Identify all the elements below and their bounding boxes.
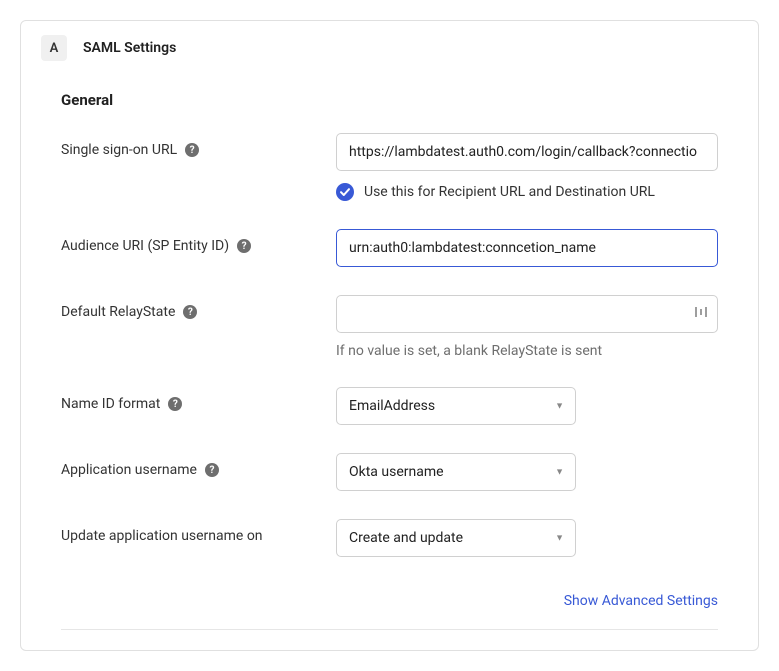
label-audience-uri: Audience URI (SP Entity ID) <box>61 238 229 254</box>
label-name-id: Name ID format <box>61 396 160 412</box>
relaystate-input[interactable] <box>336 295 718 333</box>
panel-header: A SAML Settings <box>21 21 758 69</box>
saml-settings-panel: A SAML Settings General Single sign-on U… <box>20 20 759 651</box>
label-relaystate: Default RelayState <box>61 304 175 320</box>
section-divider <box>61 629 718 630</box>
panel-title: SAML Settings <box>83 40 176 56</box>
input-col-relaystate: If no value is set, a blank RelayState i… <box>336 295 718 359</box>
label-sso-url: Single sign-on URL <box>61 142 177 158</box>
update-on-select-wrap: Create and update ▼ <box>336 519 576 557</box>
help-icon[interactable]: ? <box>205 463 219 477</box>
section-badge: A <box>41 35 67 61</box>
name-id-select-wrap: EmailAddress ▼ <box>336 387 576 425</box>
advanced-link-row: Show Advanced Settings <box>61 585 718 629</box>
relaystate-helper: If no value is set, a blank RelayState i… <box>336 343 718 359</box>
sso-url-checkbox-label: Use this for Recipient URL and Destinati… <box>364 184 655 200</box>
label-col-sso-url: Single sign-on URL ? <box>61 133 336 158</box>
app-username-select[interactable]: Okta username <box>336 453 576 491</box>
input-col-audience-uri <box>336 229 718 267</box>
update-on-select[interactable]: Create and update <box>336 519 576 557</box>
label-col-app-username: Application username ? <box>61 453 336 478</box>
label-col-audience-uri: Audience URI (SP Entity ID) ? <box>61 229 336 254</box>
row-app-username: Application username ? Okta username ▼ <box>61 453 718 491</box>
help-icon[interactable]: ? <box>237 239 251 253</box>
help-icon[interactable]: ? <box>168 397 182 411</box>
checkbox-checked-icon[interactable] <box>336 183 354 201</box>
name-id-select-value: EmailAddress <box>349 398 435 414</box>
show-advanced-settings-link[interactable]: Show Advanced Settings <box>564 593 718 609</box>
row-audience-uri: Audience URI (SP Entity ID) ? <box>61 229 718 267</box>
label-update-on: Update application username on <box>61 528 263 544</box>
sso-url-checkbox-row: Use this for Recipient URL and Destinati… <box>336 183 718 201</box>
row-relaystate: Default RelayState ? If no value is set,… <box>61 295 718 359</box>
help-icon[interactable]: ? <box>185 143 199 157</box>
help-icon[interactable]: ? <box>183 305 197 319</box>
row-sso-url: Single sign-on URL ? Use this for Recipi… <box>61 133 718 201</box>
app-username-select-wrap: Okta username ▼ <box>336 453 576 491</box>
row-name-id: Name ID format ? EmailAddress ▼ <box>61 387 718 425</box>
label-col-update-on: Update application username on <box>61 519 336 544</box>
label-col-name-id: Name ID format ? <box>61 387 336 412</box>
name-id-select[interactable]: EmailAddress <box>336 387 576 425</box>
input-col-update-on: Create and update ▼ <box>336 519 718 557</box>
sso-url-input[interactable] <box>336 133 718 171</box>
update-on-select-value: Create and update <box>349 530 463 546</box>
input-col-name-id: EmailAddress ▼ <box>336 387 718 425</box>
app-username-select-value: Okta username <box>349 464 444 480</box>
panel-body: General Single sign-on URL ? Use this fo… <box>21 69 758 650</box>
audience-uri-input[interactable] <box>336 229 718 267</box>
input-col-app-username: Okta username ▼ <box>336 453 718 491</box>
relaystate-input-wrap <box>336 295 718 333</box>
label-app-username: Application username <box>61 462 197 478</box>
label-col-relaystate: Default RelayState ? <box>61 295 336 320</box>
section-heading-general: General <box>61 91 718 109</box>
row-update-on: Update application username on Create an… <box>61 519 718 557</box>
input-col-sso-url: Use this for Recipient URL and Destinati… <box>336 133 718 201</box>
